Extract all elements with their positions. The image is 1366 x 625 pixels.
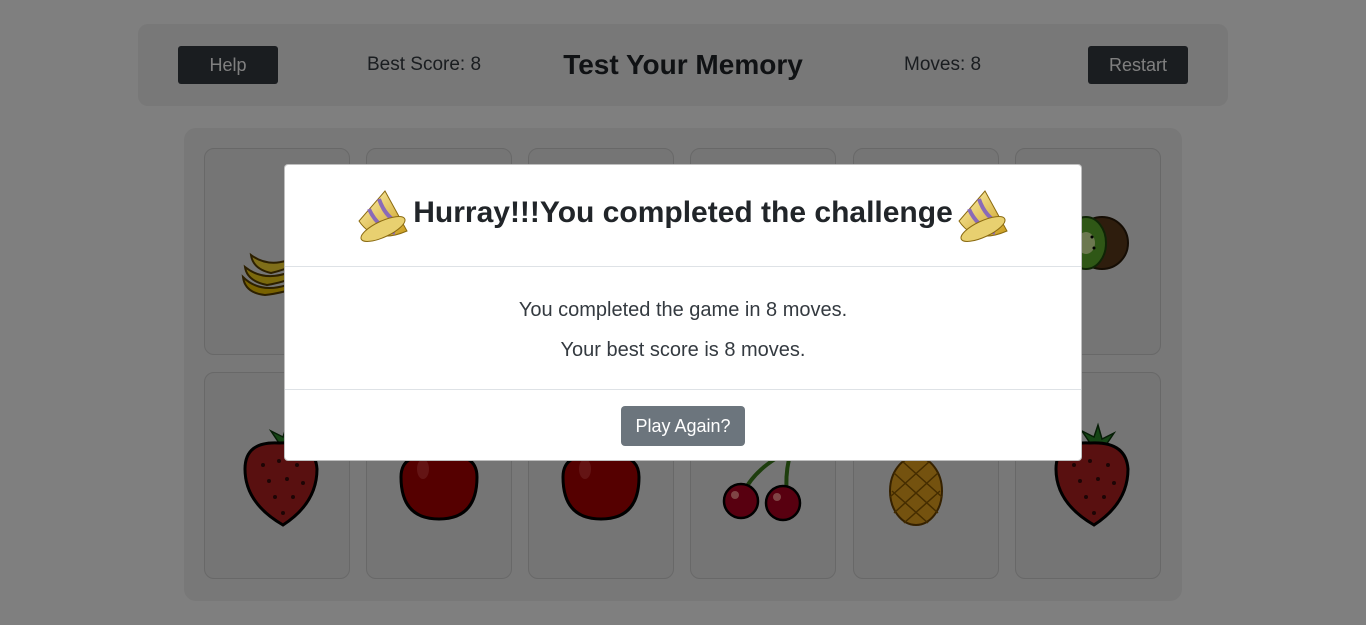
completion-modal: Hurray!!!You completed the challenge You… <box>284 164 1082 461</box>
party-popper-icon <box>958 190 1008 242</box>
best-score-message: Your best score is 8 moves. <box>560 339 806 361</box>
modal-body: You completed the game in 8 moves. Your … <box>285 267 1081 390</box>
play-again-button[interactable]: Play Again? <box>621 406 745 446</box>
completion-message: You completed the game in 8 moves. <box>518 299 848 321</box>
modal-header: Hurray!!!You completed the challenge <box>285 165 1081 267</box>
